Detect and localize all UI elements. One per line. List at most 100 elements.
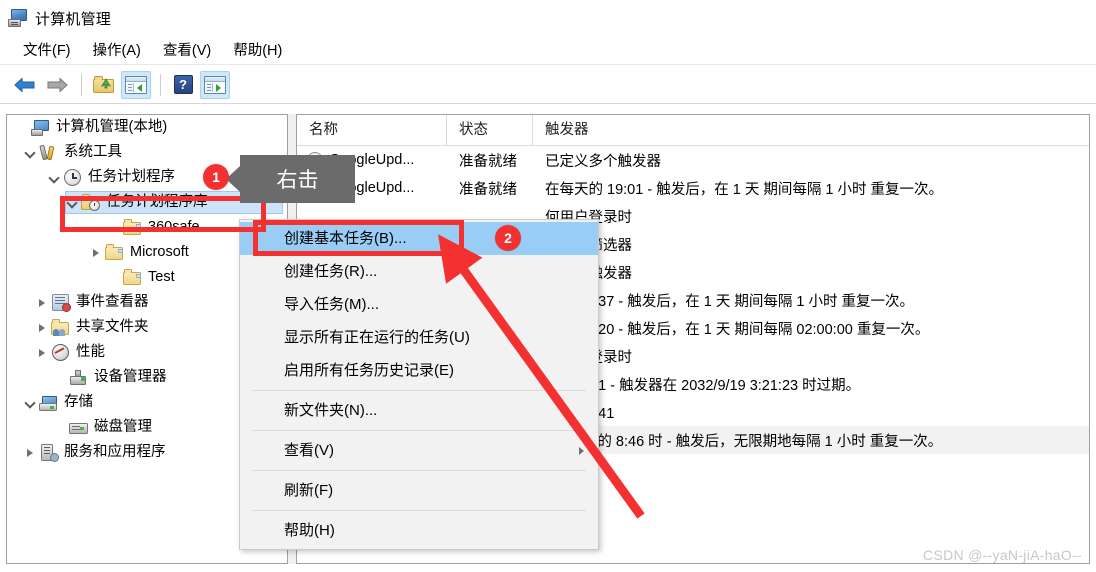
tree-expander[interactable] — [63, 190, 81, 215]
menu-view[interactable]: 查看(V) — [152, 36, 222, 64]
column-header-trigger[interactable]: 触发器 — [533, 115, 1089, 145]
context-menu-item-view[interactable]: 查看(V) — [240, 434, 598, 467]
tree-expander[interactable] — [87, 240, 105, 265]
task-scheduler-clock-icon — [63, 168, 83, 187]
tree-expander[interactable] — [33, 340, 51, 365]
tree-item-label: 存储 — [64, 394, 93, 410]
show-hide-console-tree-icon — [125, 75, 147, 94]
tree-expander[interactable] — [51, 365, 69, 390]
tree-item-label: 设备管理器 — [94, 369, 167, 385]
column-header-name[interactable]: 名称 — [297, 115, 447, 145]
task-trigger-cell: 天的 20:37 - 触发后，在 1 天 期间每隔 1 小时 重复一次。 — [545, 293, 914, 310]
task-trigger-cell: 义事件筛选器 — [533, 234, 1089, 255]
task-trigger-cell: 天的 15:41 — [533, 402, 1089, 423]
tree-item-label: 任务计划程序 — [88, 169, 175, 185]
tree-item-label: 性能 — [76, 344, 105, 360]
task-trigger-cell: 何用户登录时 — [533, 346, 1089, 367]
forward-icon — [45, 76, 69, 94]
forward-button[interactable] — [42, 71, 72, 99]
context-menu-item-create-task[interactable]: 创建任务(R)... — [240, 255, 598, 288]
annotation-tooltip-text: 右击 — [276, 169, 319, 192]
context-menu-item-new-folder[interactable]: 新文件夹(N)... — [240, 394, 598, 427]
window-title: 计算机管理 — [35, 10, 112, 28]
task-status-cell: 准备就绪 — [459, 153, 517, 170]
tree-item-label: Microsoft — [130, 244, 189, 260]
tree-expander[interactable] — [105, 215, 123, 240]
services-and-applications-icon — [39, 443, 59, 462]
show-hide-action-pane-button[interactable] — [200, 70, 230, 99]
annotation-badge-1: 1 — [203, 164, 229, 190]
context-menu-item-label: 查看(V) — [284, 442, 334, 459]
task-list-header: 名称 状态 触发器 — [297, 115, 1089, 146]
toolbar-separator-2 — [160, 73, 161, 96]
tree-item-computer-management[interactable]: 计算机管理(本地) — [7, 115, 287, 140]
computer-icon — [31, 119, 51, 137]
show-hide-console-tree-button[interactable] — [121, 70, 151, 99]
tree-expander[interactable] — [33, 290, 51, 315]
title-bar: 计算机管理 — [0, 0, 1096, 36]
menu-help[interactable]: 帮助(H) — [222, 36, 293, 64]
folder-icon — [123, 268, 143, 287]
tree-item-label: 系统工具 — [64, 144, 122, 160]
tree-item-label: 计算机管理(本地) — [56, 119, 168, 135]
tree-expander[interactable] — [105, 265, 123, 290]
tree-expander[interactable] — [21, 390, 39, 415]
disk-management-icon — [69, 419, 89, 437]
menu-file[interactable]: 文件(F) — [12, 36, 82, 64]
watermark: CSDN @--yaN-jiA-haO-- — [923, 547, 1082, 563]
task-trigger-cell: 已定义多个触发器 — [545, 153, 661, 170]
performance-icon — [51, 343, 71, 362]
context-menu-item-display-all-running-tasks[interactable]: 显示所有正在运行的任务(U) — [240, 321, 598, 354]
tree-expander[interactable] — [13, 115, 31, 140]
system-tools-icon — [39, 144, 59, 162]
table-row[interactable]: GoogleUpd... 准备就绪 在每天的 19:01 - 触发后，在 1 天… — [297, 174, 1089, 202]
table-row[interactable]: GoogleUpd... 准备就绪 已定义多个触发器 — [297, 146, 1089, 174]
computer-management-icon — [8, 9, 28, 27]
event-viewer-icon — [51, 293, 71, 312]
tree-expander[interactable] — [21, 140, 39, 165]
context-menu-separator — [252, 470, 586, 471]
annotation-tooltip-right-click: 右击 — [226, 155, 355, 203]
tree-item-label: 任务计划程序库 — [106, 194, 208, 210]
context-menu-item-enable-all-tasks-history[interactable]: 启用所有任务历史记录(E) — [240, 354, 598, 387]
tree-expander[interactable] — [21, 440, 39, 465]
tree-expander[interactable] — [51, 415, 69, 440]
tree-expander[interactable] — [45, 165, 63, 190]
menu-bar: 文件(F) 操作(A) 查看(V) 帮助(H) — [0, 36, 1096, 65]
up-one-level-button[interactable] — [89, 71, 119, 99]
help-icon: ? — [173, 75, 193, 94]
context-menu-separator — [252, 390, 586, 391]
task-status-cell: 准备就绪 — [459, 181, 517, 198]
toolbar: ? — [0, 66, 1096, 104]
toolbar-separator-1 — [81, 73, 82, 96]
tree-item-label: 服务和应用程序 — [64, 444, 166, 460]
tree-item-label: 磁盘管理 — [94, 419, 152, 435]
context-menu-item-create-basic-task[interactable]: 创建基本任务(B)... — [240, 222, 598, 255]
task-trigger-cell: 在每天的 19:01 - 触发后，在 1 天 期间每隔 1 小时 重复一次。 — [545, 181, 943, 198]
shared-folders-icon — [51, 318, 71, 337]
back-icon — [13, 76, 37, 94]
tree-expander[interactable] — [33, 315, 51, 340]
back-button[interactable] — [10, 71, 40, 99]
tree-item-label: 360safe — [148, 219, 200, 235]
help-button[interactable]: ? — [168, 71, 198, 99]
column-header-status[interactable]: 状态 — [447, 115, 533, 145]
task-trigger-cell: 天的 13:20 - 触发后，在 1 天 期间每隔 02:00:00 重复一次。 — [545, 321, 930, 338]
task-trigger-cell: 天的 3:21 - 触发器在 2032/9/19 3:21:23 时过期。 — [545, 377, 861, 394]
folder-icon — [105, 243, 125, 262]
context-menu-item-refresh[interactable]: 刷新(F) — [240, 474, 598, 507]
tree-item-label: 事件查看器 — [76, 294, 149, 310]
folder-icon — [123, 218, 143, 237]
context-menu-separator — [252, 430, 586, 431]
show-hide-action-pane-icon — [204, 75, 226, 94]
task-trigger-cell: 义多个触发器 — [533, 262, 1089, 283]
annotation-badge-2: 2 — [495, 225, 521, 251]
context-menu[interactable]: 创建基本任务(B)... 创建任务(R)... 导入任务(M)... 显示所有正… — [239, 219, 599, 550]
tree-item-label: 共享文件夹 — [76, 319, 149, 335]
menu-action[interactable]: 操作(A) — [82, 36, 152, 64]
context-menu-item-import-task[interactable]: 导入任务(M)... — [240, 288, 598, 321]
chevron-right-icon — [579, 446, 584, 455]
up-folder-icon — [93, 75, 115, 94]
task-trigger-cell: 22/9/10 的 8:46 时 - 触发后，无限期地每隔 1 小时 重复一次。 — [545, 433, 943, 450]
context-menu-item-help[interactable]: 帮助(H) — [240, 514, 598, 547]
